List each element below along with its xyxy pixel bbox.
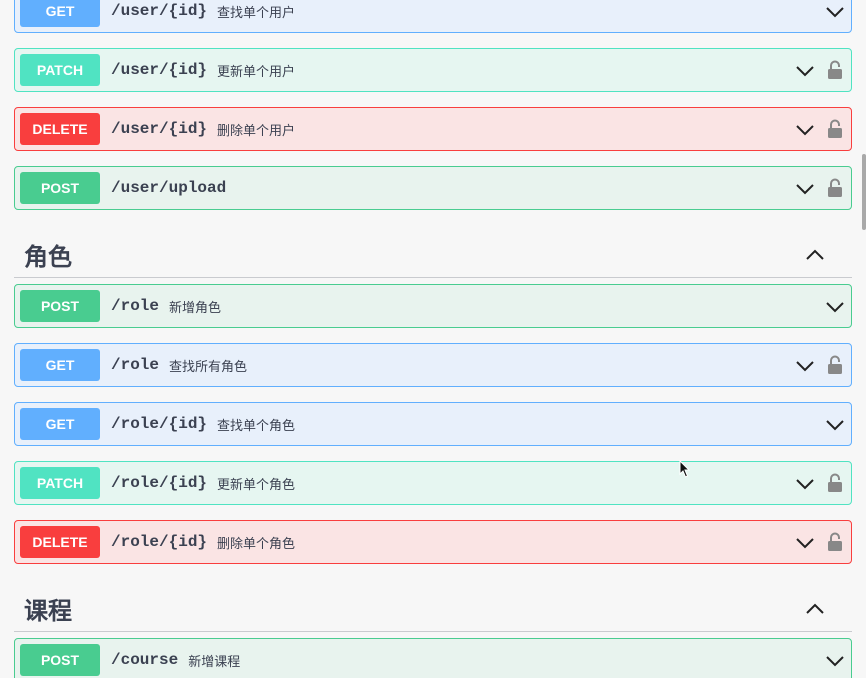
operation-summary: 新增角色 <box>169 300 222 316</box>
operation-path: /role/{id} <box>111 533 208 551</box>
operation-delete-role-id[interactable]: DELETE /role/{id} 删除单个角色 <box>14 520 852 564</box>
operation-path: /user/upload <box>111 179 227 197</box>
method-badge: GET <box>20 408 100 440</box>
chevron-down-icon[interactable] <box>825 297 845 317</box>
operation-path: /course <box>111 651 179 669</box>
operation-path: /role/{id} <box>111 474 208 492</box>
lock-icon[interactable] <box>827 532 843 552</box>
lock-icon[interactable] <box>827 119 843 139</box>
operation-get-role[interactable]: GET /role 查找所有角色 <box>14 343 852 387</box>
operation-summary: 查找单个角色 <box>217 418 296 434</box>
chevron-up-icon[interactable] <box>804 244 826 266</box>
tag-title: 课程 <box>24 597 72 625</box>
operation-summary: 删除单个用户 <box>217 123 296 139</box>
chevron-down-icon[interactable] <box>825 415 845 435</box>
operation-summary: 更新单个角色 <box>217 477 296 493</box>
lock-icon[interactable] <box>827 355 843 375</box>
operation-patch-user-id[interactable]: PATCH /user/{id} 更新单个用户 <box>14 48 852 92</box>
operation-summary: 删除单个角色 <box>217 536 296 552</box>
chevron-down-icon[interactable] <box>795 61 815 81</box>
chevron-down-icon[interactable] <box>825 651 845 671</box>
method-badge: POST <box>20 644 100 676</box>
operation-post-user-upload[interactable]: POST /user/upload <box>14 166 852 210</box>
operation-path: /role <box>111 297 160 315</box>
operation-get-role-id[interactable]: GET /role/{id} 查找单个角色 <box>14 402 852 446</box>
chevron-down-icon[interactable] <box>795 179 815 199</box>
operation-post-role[interactable]: POST /role 新增角色 <box>14 284 852 328</box>
chevron-down-icon[interactable] <box>795 474 815 494</box>
lock-icon[interactable] <box>827 473 843 493</box>
chevron-down-icon[interactable] <box>795 533 815 553</box>
operation-get-user-id[interactable]: GET /user/{id} 查找单个用户 <box>14 0 852 33</box>
method-badge: POST <box>20 172 100 204</box>
chevron-down-icon[interactable] <box>825 2 845 22</box>
operation-post-course[interactable]: POST /course 新增课程 <box>14 638 852 678</box>
operation-path: /role <box>111 356 160 374</box>
method-badge: PATCH <box>20 54 100 86</box>
operation-path: /user/{id} <box>111 120 208 138</box>
chevron-down-icon[interactable] <box>795 356 815 376</box>
method-badge: DELETE <box>20 113 100 145</box>
operation-path: /user/{id} <box>111 2 208 20</box>
chevron-up-icon[interactable] <box>804 598 826 620</box>
operation-path: /user/{id} <box>111 61 208 79</box>
tag-section-role[interactable]: 角色 <box>14 232 852 278</box>
chevron-down-icon[interactable] <box>795 120 815 140</box>
lock-icon[interactable] <box>827 60 843 80</box>
lock-icon[interactable] <box>827 178 843 198</box>
scrollbar-thumb[interactable] <box>862 154 866 230</box>
operation-patch-role-id[interactable]: PATCH /role/{id} 更新单个角色 <box>14 461 852 505</box>
operation-summary: 查找所有角色 <box>169 359 248 375</box>
tag-title: 角色 <box>24 243 72 271</box>
method-badge: GET <box>20 0 100 27</box>
method-badge: PATCH <box>20 467 100 499</box>
mouse-cursor-icon <box>679 460 691 478</box>
method-badge: POST <box>20 290 100 322</box>
tag-section-course[interactable]: 课程 <box>14 586 852 632</box>
method-badge: DELETE <box>20 526 100 558</box>
operation-summary: 新增课程 <box>188 654 241 670</box>
method-badge: GET <box>20 349 100 381</box>
api-docs-page: GET /user/{id} 查找单个用户 PATCH /user/{id} 更… <box>0 0 866 678</box>
operation-path: /role/{id} <box>111 415 208 433</box>
operation-delete-user-id[interactable]: DELETE /user/{id} 删除单个用户 <box>14 107 852 151</box>
operation-summary: 查找单个用户 <box>217 5 296 21</box>
operation-summary: 更新单个用户 <box>217 64 296 80</box>
